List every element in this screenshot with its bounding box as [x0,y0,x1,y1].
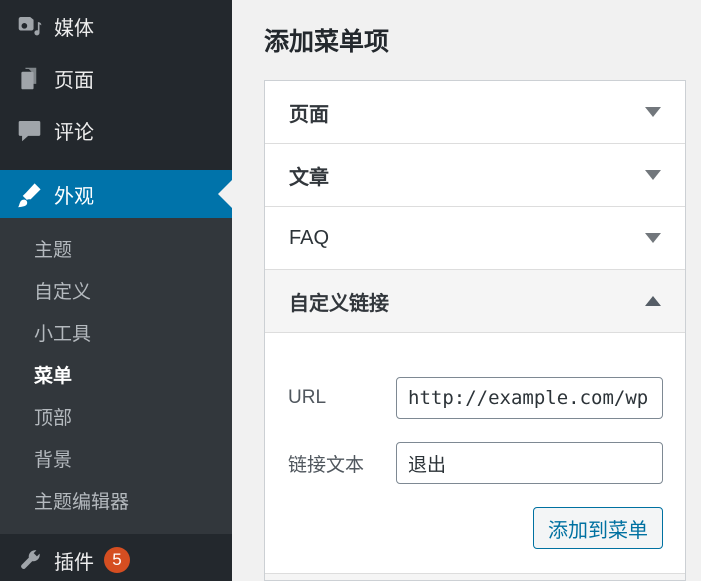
accordion-section-posts[interactable]: 文章 [265,144,685,207]
comments-icon [16,117,43,144]
section-title: 页面 [289,98,329,127]
accordion-section-faq[interactable]: FAQ [265,207,685,270]
media-icon [16,13,43,40]
appearance-submenu: 主题 自定义 小工具 菜单 顶部 背景 主题编辑器 [0,218,232,534]
plugins-update-count-badge: 5 [104,547,130,573]
accordion-section-pages[interactable]: 页面 [265,81,685,144]
page-title: 添加菜单项 [264,26,686,58]
url-label: URL [288,387,396,409]
url-input[interactable] [396,377,663,419]
pages-icon [16,65,43,92]
url-field-row: URL [288,377,663,419]
chevron-down-icon [645,233,661,243]
submenu-item-header[interactable]: 顶部 [0,398,232,440]
sidebar-item-pages[interactable]: 页面 [0,52,232,104]
sidebar-item-comments[interactable]: 评论 [0,104,232,156]
add-menu-items-accordion: 页面 文章 FAQ 自定义链接 URL 链接 [264,80,686,581]
current-menu-arrow [218,180,232,208]
link-text-input[interactable] [396,442,663,484]
sidebar-item-plugins[interactable]: 插件 5 [0,534,232,581]
next-section-stub [265,574,685,580]
admin-sidebar: 媒体 页面 评论 外观 主题 自定义 小工具 菜单 [0,0,232,581]
link-text-label: 链接文本 [288,450,396,477]
appearance-brush-icon [16,181,43,208]
submenu-item-menus[interactable]: 菜单 [0,356,232,398]
accordion-section-custom-links[interactable]: 自定义链接 [265,270,685,333]
sidebar-item-label: 页面 [54,64,94,93]
wordpress-admin-screen: 媒体 页面 评论 外观 主题 自定义 小工具 菜单 [0,0,701,581]
chevron-down-icon [645,170,661,180]
sidebar-item-label: 插件 [54,546,94,575]
sidebar-item-label: 评论 [54,116,94,145]
main-content: 添加菜单项 页面 文章 FAQ 自定义链接 URL [232,0,701,581]
submenu-item-customize[interactable]: 自定义 [0,272,232,314]
sidebar-item-appearance[interactable]: 外观 [0,170,232,218]
link-text-field-row: 链接文本 [288,442,663,484]
submenu-item-widgets[interactable]: 小工具 [0,314,232,356]
submenu-item-theme-editor[interactable]: 主题编辑器 [0,482,232,524]
chevron-up-icon [645,296,661,306]
sidebar-item-label: 外观 [54,180,94,209]
submenu-item-background[interactable]: 背景 [0,440,232,482]
sidebar-item-media[interactable]: 媒体 [0,0,232,52]
chevron-down-icon [645,107,661,117]
custom-link-panel: URL 链接文本 添加到菜单 [265,333,685,574]
add-to-menu-button[interactable]: 添加到菜单 [533,507,663,549]
form-actions: 添加到菜单 [288,507,663,549]
section-title: 自定义链接 [289,287,389,316]
sidebar-separator [0,156,232,170]
section-title: FAQ [289,227,329,250]
sidebar-item-label: 媒体 [54,12,94,41]
submenu-item-themes[interactable]: 主题 [0,230,232,272]
section-title: 文章 [289,161,329,190]
plugins-icon [16,547,43,574]
